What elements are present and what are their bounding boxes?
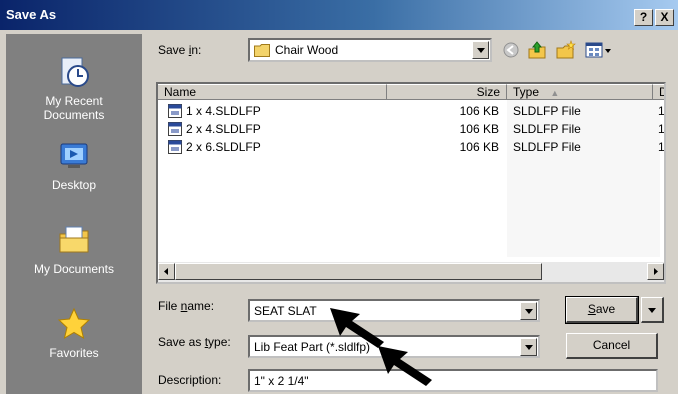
column-header-size[interactable]: Size — [387, 84, 507, 100]
place-label: Desktop — [51, 178, 97, 192]
chevron-down-icon — [648, 308, 656, 313]
save-as-type-label: Save as type: — [158, 335, 231, 349]
scroll-left-button[interactable] — [158, 263, 175, 280]
scroll-right-icon — [654, 268, 658, 275]
file-row[interactable]: 2 x 4.SLDLFP 106 KB SLDLFP File 1 — [158, 120, 664, 138]
column-header-type[interactable]: Type ▲ — [507, 84, 653, 100]
file-type: SLDLFP File — [513, 104, 581, 118]
save-options-button[interactable] — [641, 297, 664, 323]
column-header-date[interactable]: D — [653, 84, 664, 100]
file-size: 106 KB — [459, 104, 499, 118]
new-folder-icon[interactable] — [555, 40, 577, 60]
save-in-label: Save in: — [158, 43, 202, 57]
column-header-name[interactable]: Name — [158, 84, 387, 100]
file-row[interactable]: 1 x 4.SLDLFP 106 KB SLDLFP File 1 — [158, 102, 664, 120]
save-in-dropdown-button[interactable] — [472, 41, 489, 59]
horizontal-scrollbar[interactable] — [158, 262, 664, 282]
file-list[interactable]: Name Size Type ▲ D 1 x 4.SLDLFP 106 KB S… — [156, 82, 666, 284]
place-label: My Recent Documents — [43, 94, 105, 122]
file-row[interactable]: 2 x 6.SLDLFP 106 KB SLDLFP File 1 — [158, 138, 664, 156]
my-documents-icon — [59, 226, 89, 253]
title-bar[interactable] — [0, 0, 678, 30]
file-type: SLDLFP File — [513, 140, 581, 154]
file-type: SLDLFP File — [513, 122, 581, 136]
place-my-documents[interactable]: My Documents — [6, 222, 142, 276]
description-value: 1" x 2 1/4" — [254, 374, 309, 388]
back-icon[interactable] — [500, 40, 522, 60]
file-name: 2 x 4.SLDLFP — [186, 122, 261, 136]
up-folder-icon[interactable] — [526, 40, 548, 60]
recent-documents-icon — [61, 57, 89, 87]
save-as-type-dropdown-button[interactable] — [520, 338, 537, 356]
scroll-thumb[interactable] — [175, 263, 542, 280]
file-date: 1 — [658, 122, 665, 136]
place-favorites[interactable]: Favorites — [6, 306, 142, 360]
help-button[interactable]: ? — [634, 9, 653, 26]
file-size: 106 KB — [459, 122, 499, 136]
column-header-type-label: Type — [513, 85, 540, 99]
file-name-dropdown-button[interactable] — [520, 302, 537, 320]
scroll-right-button[interactable] — [647, 263, 664, 280]
annotation-arrow-icon — [378, 346, 432, 386]
file-name-label: File name: — [158, 299, 215, 313]
save-in-value: Chair Wood — [275, 43, 339, 57]
save-button[interactable]: Save — [565, 296, 639, 324]
file-name: 1 x 4.SLDLFP — [186, 104, 261, 118]
description-label: Description: — [158, 373, 222, 387]
sldlfp-file-icon — [168, 140, 182, 154]
file-name: 2 x 6.SLDLFP — [186, 140, 261, 154]
sort-ascending-icon: ▲ — [550, 88, 560, 98]
file-date: 1 — [658, 140, 665, 154]
views-menu-icon[interactable] — [584, 40, 614, 60]
file-name-input[interactable]: SEAT SLAT — [248, 299, 540, 322]
places-bar: My Recent Documents Desktop My Documents… — [6, 34, 142, 394]
desktop-icon — [60, 143, 88, 168]
file-date: 1 — [658, 104, 665, 118]
save-in-dropdown[interactable]: Chair Wood — [248, 38, 492, 62]
folder-icon — [254, 43, 270, 57]
place-my-recent-documents[interactable]: My Recent Documents — [6, 54, 142, 122]
place-desktop[interactable]: Desktop — [6, 138, 142, 192]
file-size: 106 KB — [459, 140, 499, 154]
place-label: My Documents — [33, 262, 115, 276]
list-header: Name Size Type ▲ D — [158, 84, 664, 100]
sldlfp-file-icon — [168, 104, 182, 118]
cancel-button[interactable]: Cancel — [566, 333, 658, 359]
description-input[interactable]: 1" x 2 1/4" — [248, 369, 658, 392]
scroll-left-icon — [164, 268, 168, 275]
close-button[interactable]: X — [655, 9, 674, 26]
sldlfp-file-icon — [168, 122, 182, 136]
file-name-value: SEAT SLAT — [254, 304, 317, 318]
place-label: Favorites — [49, 346, 99, 360]
favorites-icon — [57, 307, 91, 340]
window-title: Save As — [6, 7, 57, 22]
